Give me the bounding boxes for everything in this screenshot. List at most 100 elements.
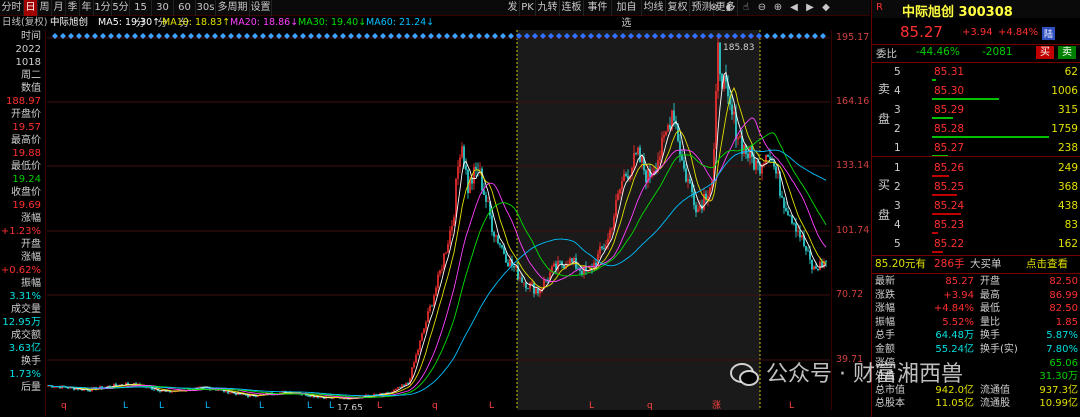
toolbar-action-6[interactable]: 均线 [642, 0, 666, 16]
candle-body [563, 265, 565, 269]
bottom-event-marker[interactable]: L [329, 401, 334, 410]
period-tab-9[interactable]: 30分 [152, 0, 174, 29]
period-tab-13[interactable]: 设置 [250, 0, 272, 16]
cursor-info-row: +0.62% [0, 265, 41, 276]
zoom-out-icon[interactable]: ⊖ [754, 0, 770, 16]
bottom-event-marker[interactable]: 涨 [712, 400, 721, 410]
candle-body [491, 215, 493, 232]
toolbar-action-0[interactable]: 发 [506, 0, 520, 16]
candle-body [423, 328, 425, 334]
period-tab-7[interactable]: 5分 [112, 0, 130, 16]
period-tab-4[interactable]: 季 [66, 0, 80, 16]
y-tick-label: 70.72 [836, 289, 864, 300]
period-tab-11[interactable]: 30s [196, 0, 216, 16]
sell-side-label: 卖盘 [878, 82, 891, 126]
candle-body [453, 217, 455, 226]
candle-body [481, 168, 483, 191]
bottom-event-marker[interactable]: L [159, 401, 164, 410]
period-tab-10[interactable]: 60分 [174, 0, 196, 29]
close-circle-icon[interactable]: ⊗ [706, 0, 722, 16]
level-volume: 368 [1057, 181, 1078, 193]
bottom-event-marker[interactable]: q [61, 401, 67, 410]
scroll-right-icon[interactable]: ▶ [802, 0, 818, 16]
candle-body [503, 247, 505, 255]
sell-button[interactable]: 卖 [1058, 46, 1076, 59]
cursor-info-row: 数值 [21, 83, 41, 94]
candle-body [403, 384, 405, 386]
market-flag-badge: 陆 [1042, 27, 1056, 40]
big-order-row[interactable]: 85.20元有 286手 大买单 点击查看 [872, 256, 1080, 272]
bottom-event-marker[interactable]: L [307, 401, 312, 410]
stat-v2: 82.50 [1049, 276, 1078, 287]
bid-level-row[interactable]: 5 85.22 162 [872, 236, 1080, 253]
toolbar-action-2[interactable]: 九转 [536, 0, 560, 16]
period-tab-1[interactable]: 日 [24, 0, 38, 16]
candle-body [397, 387, 399, 389]
bottom-event-marker[interactable]: q [647, 401, 653, 410]
bid-level-row[interactable]: 4 85.23 83 [872, 217, 1080, 234]
big-order-link[interactable]: 点击查看 [1026, 256, 1068, 272]
level-index: 2 [894, 123, 901, 135]
stat-v2: 7.80% [1046, 344, 1078, 355]
candle-body [815, 266, 817, 269]
candle-body [419, 340, 421, 350]
zoom-in-icon[interactable]: ⊕ [770, 0, 786, 16]
scroll-left-icon[interactable]: ◀ [786, 0, 802, 16]
candle-body [229, 392, 231, 394]
period-tab-2[interactable]: 周 [38, 0, 52, 16]
candle-body [799, 230, 801, 238]
pointer-icon[interactable]: ☝ [738, 0, 754, 16]
stat-row: 涨幅 +4.84% 最低 82.50 [872, 303, 1080, 315]
candle-body [473, 167, 475, 184]
period-tab-6[interactable]: 1分 [94, 0, 112, 16]
bid-level-row[interactable]: 2 85.25 368 [872, 179, 1080, 196]
candle-body [155, 389, 157, 391]
bottom-event-marker[interactable]: q [432, 401, 438, 410]
bottom-event-marker[interactable]: L [377, 401, 382, 410]
candle-body [459, 157, 461, 167]
ask-level-row[interactable]: 3 85.29 315 [872, 102, 1080, 119]
chart-mode-label[interactable]: 日线(复权) [2, 16, 47, 30]
buy-button[interactable]: 买 [1036, 46, 1054, 59]
toolbar-action-5[interactable]: 加自选 [612, 0, 642, 29]
candle-body [537, 289, 539, 294]
candle-body [115, 383, 117, 386]
level-volume: 83 [1064, 219, 1078, 231]
bottom-event-marker[interactable]: L [589, 401, 594, 410]
period-tab-5[interactable]: 年 [80, 0, 94, 16]
ask-level-row[interactable]: 2 85.28 1759 [872, 121, 1080, 138]
candle-body [127, 382, 129, 385]
toolbar-action-1[interactable]: PK [520, 0, 536, 16]
ask-level-row[interactable]: 4 85.30 1006 [872, 83, 1080, 100]
bottom-event-marker[interactable]: L [205, 401, 210, 410]
bottom-event-marker[interactable]: L [489, 401, 494, 410]
period-tab-0[interactable]: 分时 [0, 0, 24, 16]
cursor-info-row: 19.69 [12, 200, 41, 211]
bid-level-row[interactable]: 1 85.26 249 [872, 160, 1080, 177]
candle-body [439, 270, 441, 275]
expand-icon[interactable]: ◆ [818, 0, 834, 16]
bid-level-row[interactable]: 3 85.24 438 [872, 198, 1080, 215]
period-tab-8[interactable]: 15分 [130, 0, 152, 29]
period-tab-3[interactable]: 月 [52, 0, 66, 16]
bottom-event-marker[interactable]: L [789, 401, 794, 410]
ask-level-row[interactable]: 5 85.31 62 [872, 64, 1080, 81]
bottom-event-marker[interactable]: L [259, 401, 264, 410]
toolbar-action-3[interactable]: 连板 [560, 0, 584, 16]
kline-chart[interactable]: q L L L L L L Lq L Lq 涨 L 185.83 17.65 [47, 30, 830, 410]
watermark-text: 公众号 · 财富湘西兽 [766, 362, 963, 387]
candle-body [553, 263, 555, 267]
level-index: 4 [894, 85, 901, 97]
level-price: 85.31 [934, 66, 965, 78]
toolbar-action-7[interactable]: 复权 [666, 0, 690, 16]
toolbar-action-4[interactable]: 事件 [584, 0, 612, 16]
period-tab-12[interactable]: 多周期 [216, 0, 250, 16]
candle-body [659, 156, 661, 161]
bottom-event-marker[interactable]: L [123, 401, 128, 410]
candle-body [635, 153, 637, 155]
cursor-info-row: 1018 [15, 57, 41, 68]
ask-level-row[interactable]: 1 85.27 238 [872, 140, 1080, 157]
candle-body [465, 165, 467, 170]
candle-body [679, 140, 681, 155]
display-toggle-icon[interactable]: ◐ [722, 0, 738, 16]
